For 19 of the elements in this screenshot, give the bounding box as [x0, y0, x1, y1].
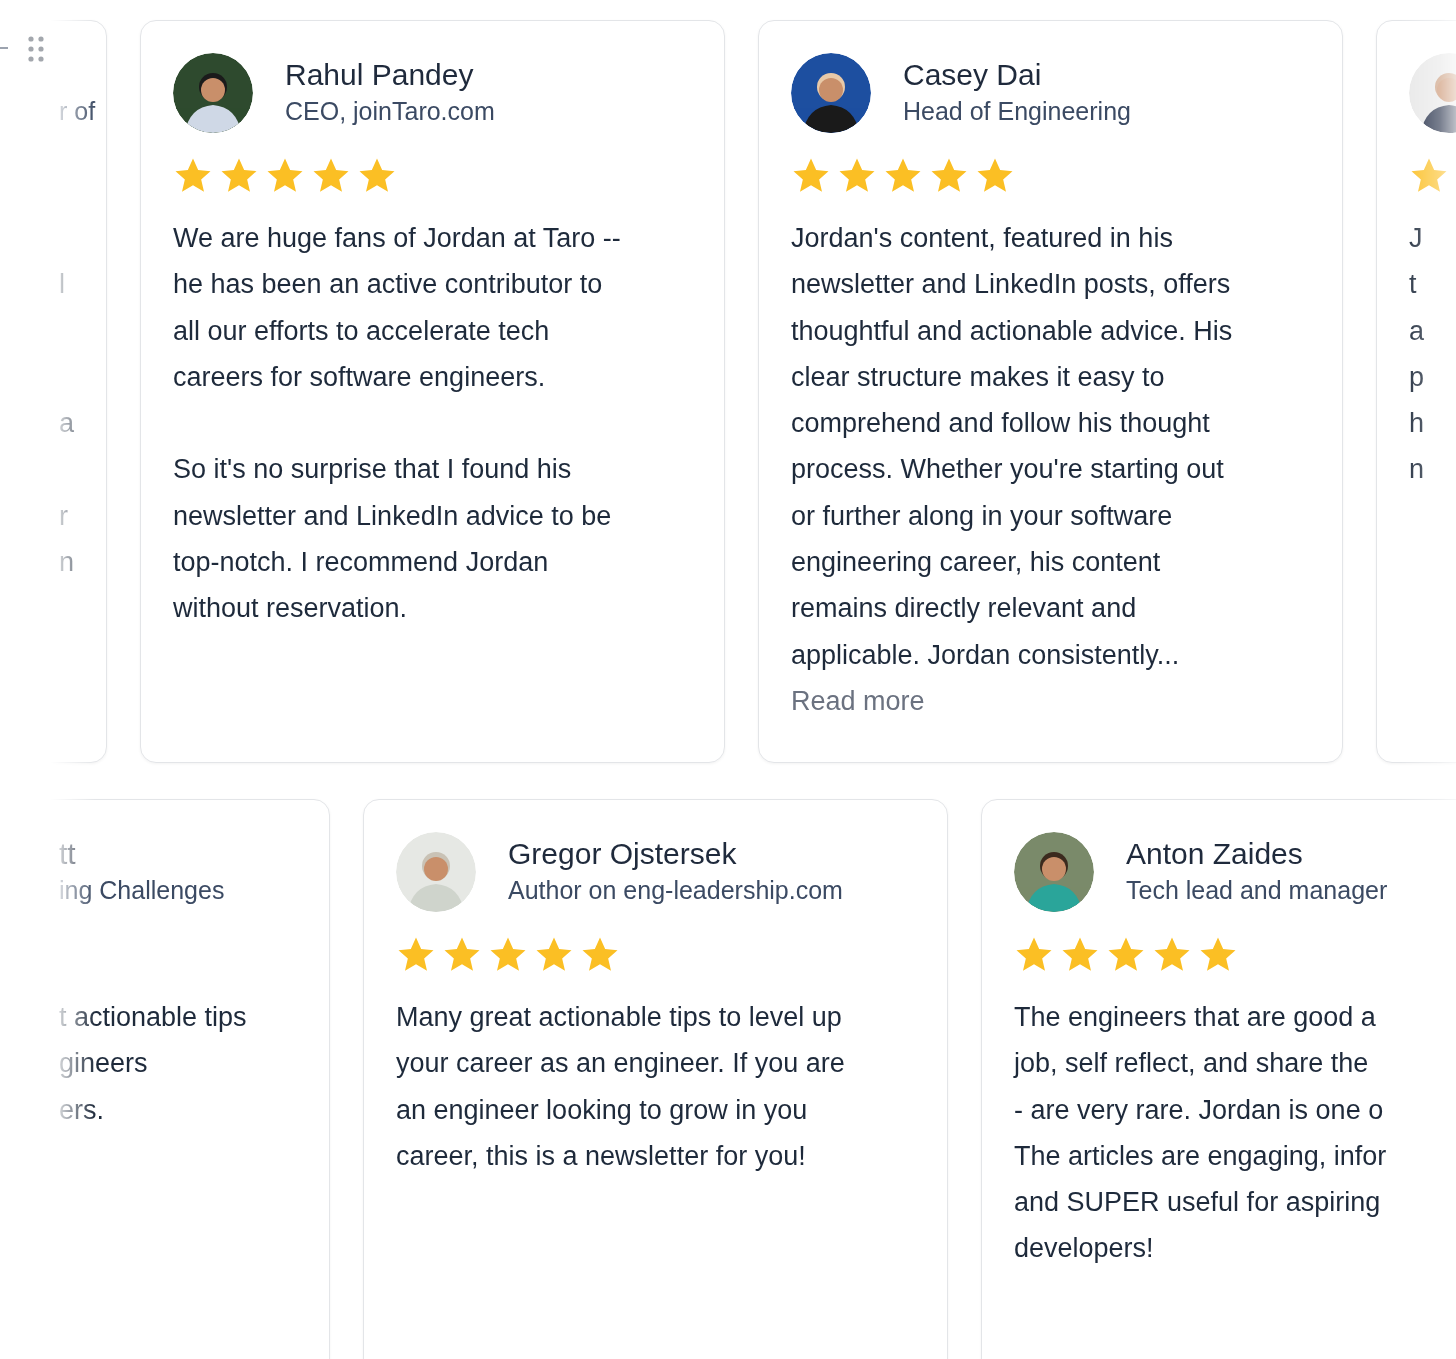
- read-more-link[interactable]: Read more: [791, 677, 925, 724]
- reviewer-title: Author on eng-leadership.com: [508, 875, 843, 906]
- review-text: The engineers that are good a job, self reflect, and share the - are very rare. Jordan is one o The articles are engaging, infor and SUPER useful for aspiring developers!: [1014, 1001, 1388, 1266]
- drag-handle-icon[interactable]: [27, 35, 45, 63]
- reviewer-title: r of: [59, 96, 96, 127]
- review-text: J t a p h n: [1409, 222, 1426, 487]
- review-text: t actionable tips gineers ers.: [59, 1001, 248, 1127]
- reviewer-name: Gregor Ojstersek: [508, 836, 738, 872]
- review-text: Jordan's content, featured in his newsletter and LinkedIn posts, offers thoughtful and actionable advice. His clear structure makes it easy to comprehend and follow his thought process. Whether you're starting out or further along in your software engineering career, his content remains directly relevant and applicable. Jordan consistently...: [791, 222, 1234, 672]
- review-text: Many great actionable tips to level up your career as an engineer. If you are an engineer looking to grow in you career, this is a newsletter for you!: [396, 1001, 846, 1173]
- reviewer-title: CEO, joinTaro.com: [285, 96, 495, 127]
- reviewer-name: Rahul Pandey: [285, 57, 475, 93]
- review-text: We are huge fans of Jordan at Taro -- he has been an active contributor to all our efforts to accelerate tech careers for software engineers. So it's no surprise that I found his newsletter and LinkedIn advice to be top-notch. I recommend Jordan without reservation.: [173, 222, 622, 626]
- reviewer-name: Anton Zaides: [1126, 836, 1304, 872]
- reviewer-title: Tech lead and manager: [1126, 875, 1388, 906]
- reviewer-name: tt: [59, 836, 77, 872]
- reviewer-title: ing Challenges: [59, 875, 225, 906]
- reviewer-name: Casey Dai: [903, 57, 1043, 93]
- reviewer-title: Head of Engineering: [903, 96, 1131, 127]
